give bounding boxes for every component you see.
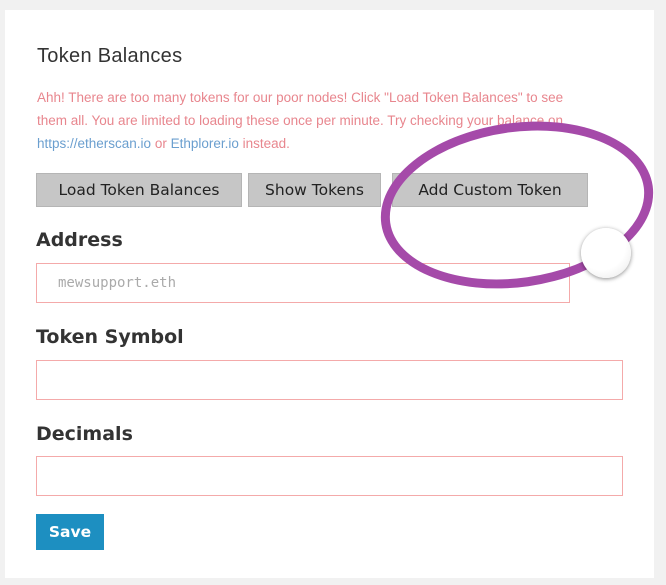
warning-end-text: instead. [238, 136, 290, 151]
token-warning-message: Ahh! There are too many tokens for our p… [37, 86, 617, 155]
load-token-balances-button[interactable]: Load Token Balances [36, 173, 242, 207]
save-button[interactable]: Save [36, 514, 104, 550]
cursor-indicator-icon [581, 228, 631, 278]
token-symbol-input[interactable] [36, 360, 623, 400]
decimals-input[interactable] [36, 456, 623, 496]
decimals-label: Decimals [36, 423, 133, 445]
address-input[interactable] [36, 263, 570, 303]
warning-or-text: or [151, 136, 171, 151]
add-custom-token-button[interactable]: Add Custom Token [392, 173, 588, 207]
address-label: Address [36, 229, 123, 251]
ethplorer-link[interactable]: Ethplorer.io [171, 136, 239, 151]
panel-title: Token Balances [37, 45, 183, 67]
warning-line-1: Ahh! There are too many tokens for our p… [37, 90, 564, 105]
etherscan-link[interactable]: https://etherscan.io [37, 136, 151, 151]
show-tokens-button[interactable]: Show Tokens [248, 173, 381, 207]
warning-line-2: them all. You are limited to loading the… [37, 113, 564, 128]
token-symbol-label: Token Symbol [36, 326, 184, 348]
